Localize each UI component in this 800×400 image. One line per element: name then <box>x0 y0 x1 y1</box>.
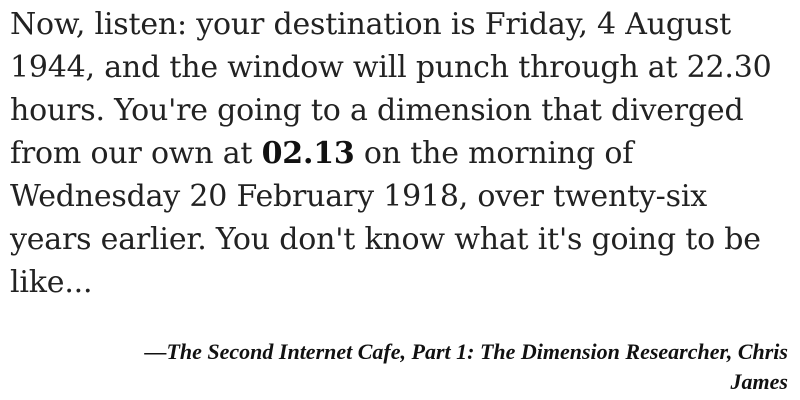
quote-card: Now, listen: your destination is Friday,… <box>0 0 800 400</box>
quote-text: Now, listen: your destination is Friday,… <box>10 3 795 304</box>
quote-emphasis: 02.13 <box>261 136 355 171</box>
quote-attribution: —The Second Internet Cafe, Part 1: The D… <box>144 339 788 394</box>
